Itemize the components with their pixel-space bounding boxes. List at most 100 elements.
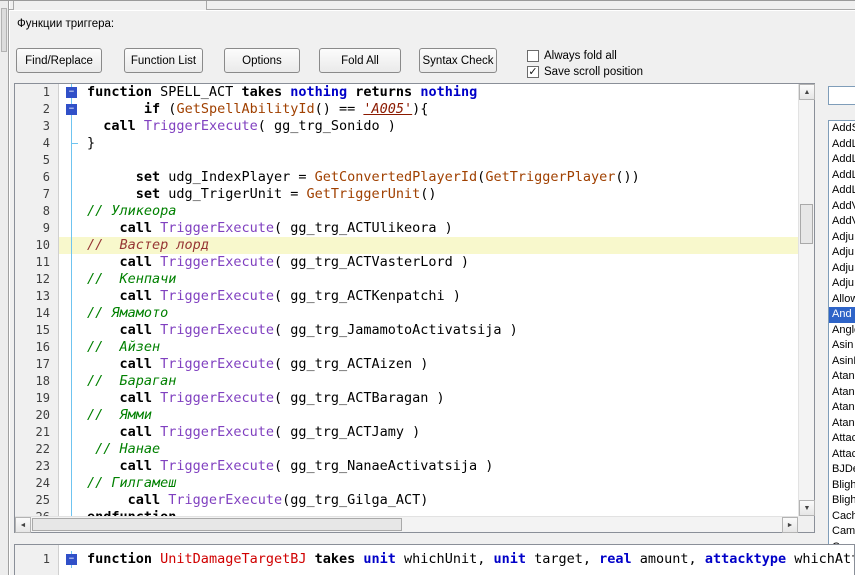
code-line[interactable]: 4} <box>15 135 798 152</box>
function-list-item[interactable]: Attac <box>829 447 855 463</box>
code-line[interactable]: 5 <box>15 152 798 169</box>
scrollbar-corner <box>798 516 814 532</box>
code-line[interactable]: 18 // Бараган <box>15 373 798 390</box>
code-line[interactable]: 16 // Айзен <box>15 339 798 356</box>
code-text: call TriggerExecute( gg_trg_ACTBaragan ) <box>119 390 445 406</box>
save-scroll-position-checkbox[interactable]: ✓ <box>527 66 539 78</box>
function-list-button[interactable]: Function List <box>124 48 203 73</box>
fold-all-button[interactable]: Fold All <box>319 48 401 73</box>
editor-vertical-scrollbar[interactable]: ▲ ▼ <box>798 84 815 516</box>
fold-toggle-icon[interactable]: − <box>66 104 77 115</box>
code-text: // Гилгамеш <box>87 475 177 491</box>
code-line[interactable]: 13 call TriggerExecute( gg_trg_ACTKenpat… <box>15 288 798 305</box>
code-line[interactable]: 15 call TriggerExecute( gg_trg_JamamotoA… <box>15 322 798 339</box>
fold-toggle-icon[interactable]: − <box>66 554 77 565</box>
code-text: // Нанае <box>95 441 161 457</box>
function-list-item[interactable]: Atan <box>829 416 855 432</box>
line-number: 22 <box>35 442 50 456</box>
fold-margin <box>59 339 85 356</box>
scroll-right-icon[interactable]: ► <box>782 517 798 533</box>
code-line[interactable]: 10 // Вастер лорд <box>15 237 798 254</box>
function-list-item[interactable]: AddS <box>829 121 855 137</box>
find-replace-button[interactable]: Find/Replace <box>16 48 102 73</box>
function-list-item[interactable]: AddL <box>829 137 855 153</box>
function-list-item[interactable]: Cach <box>829 509 855 525</box>
function-list-item[interactable]: AddL <box>829 168 855 184</box>
code-line[interactable]: 22 // Нанае <box>15 441 798 458</box>
function-list-item[interactable]: BJDe <box>829 462 855 478</box>
function-list-item[interactable]: Adju <box>829 245 855 261</box>
code-line[interactable]: 21 call TriggerExecute( gg_trg_ACTJamy ) <box>15 424 798 441</box>
code-line[interactable]: 20 // Ямми <box>15 407 798 424</box>
code-line[interactable]: 8 // Уликеора <box>15 203 798 220</box>
scroll-up-icon[interactable]: ▲ <box>799 84 815 100</box>
code-line[interactable]: 25 call TriggerExecute(gg_trg_Gilga_ACT) <box>15 492 798 509</box>
code-line[interactable]: 14 // Ямамото <box>15 305 798 322</box>
code-line[interactable]: 9 call TriggerExecute( gg_trg_ACTUlikeor… <box>15 220 798 237</box>
function-list-item[interactable]: Came <box>829 524 855 540</box>
fold-margin <box>59 492 85 509</box>
code-text: function UnitDamageTargetBJ takes unit w… <box>87 551 854 567</box>
fold-margin <box>59 186 85 203</box>
function-list-item[interactable]: Asin <box>829 338 855 354</box>
scrollbar-thumb[interactable] <box>800 204 813 244</box>
line-number: 10 <box>35 238 50 252</box>
scrollbar-thumb[interactable] <box>1 8 7 52</box>
function-list-item[interactable]: Adju <box>829 230 855 246</box>
code-line[interactable]: 12 // Кенпачи <box>15 271 798 288</box>
fold-toggle-icon[interactable]: − <box>66 87 77 98</box>
checkbox-label: Save scroll position <box>544 66 644 78</box>
code-text: // Ямамото <box>87 305 169 321</box>
code-line[interactable]: 11 call TriggerExecute( gg_trg_ACTVaster… <box>15 254 798 271</box>
code-line[interactable]: 2 − if (GetSpellAbilityId() == 'A005'){ <box>15 101 798 118</box>
fold-margin <box>59 441 85 458</box>
function-list-item[interactable]: Atan <box>829 369 855 385</box>
function-list-item[interactable]: AddL <box>829 183 855 199</box>
code-line[interactable]: 19 call TriggerExecute( gg_trg_ACTBaraga… <box>15 390 798 407</box>
fold-margin <box>59 220 85 237</box>
function-list-item[interactable]: Allow <box>829 292 855 308</box>
code-line[interactable]: 23 call TriggerExecute( gg_trg_NanaeActi… <box>15 458 798 475</box>
function-list-item[interactable]: Atan <box>829 400 855 416</box>
code-line[interactable]: 24 // Гилгамеш <box>15 475 798 492</box>
code-line[interactable]: 26 endfunction <box>15 509 798 516</box>
function-list-item[interactable]: Bligh <box>829 478 855 494</box>
splitter-tab[interactable] <box>13 1 207 10</box>
options-button[interactable]: Options <box>224 48 300 73</box>
line-number: 7 <box>42 187 50 201</box>
code-line[interactable]: 1 − function SPELL_ACT takes nothing retur… <box>15 84 798 101</box>
code-area[interactable]: 1 − function SPELL_ACT takes nothing retur… <box>15 84 798 516</box>
fold-margin: − <box>59 101 85 118</box>
function-list-item[interactable]: Bligh <box>829 493 855 509</box>
code-line[interactable]: 6 set udg_IndexPlayer = GetConvertedPlay… <box>15 169 798 186</box>
function-list-item[interactable]: AddL <box>829 152 855 168</box>
scrollbar-thumb[interactable] <box>32 518 402 531</box>
function-list-item[interactable]: And <box>829 307 855 323</box>
always-fold-all-checkbox[interactable] <box>527 50 539 62</box>
function-list-item[interactable]: Attac <box>829 431 855 447</box>
scroll-down-icon[interactable]: ▼ <box>799 500 815 516</box>
function-list-item[interactable]: Angle <box>829 323 855 339</box>
fold-margin <box>59 288 85 305</box>
code-line[interactable]: 1 − function UnitDamageTargetBJ takes unit… <box>15 551 854 568</box>
function-list-item[interactable]: AddV <box>829 199 855 215</box>
outer-vertical-scrollbar[interactable] <box>0 1 9 575</box>
code-text: function SPELL_ACT takes nothing returns… <box>87 84 478 100</box>
function-filter-input[interactable] <box>828 86 855 105</box>
function-list-item[interactable]: AsinE <box>829 354 855 370</box>
fold-margin <box>59 203 85 220</box>
code-line[interactable]: 3 call TriggerExecute( gg_trg_Sonido ) <box>15 118 798 135</box>
function-list-item[interactable]: Adju <box>829 261 855 277</box>
line-number: 4 <box>42 136 50 150</box>
function-list-item[interactable]: Atan <box>829 385 855 401</box>
syntax-check-button[interactable]: Syntax Check <box>419 48 497 73</box>
editor-horizontal-scrollbar[interactable]: ◄ ► <box>15 516 798 533</box>
fold-margin <box>59 322 85 339</box>
code-area[interactable]: 1 − function UnitDamageTargetBJ takes unit… <box>15 545 854 575</box>
function-list-item[interactable]: Adju <box>829 276 855 292</box>
scroll-left-icon[interactable]: ◄ <box>15 517 31 533</box>
function-list-item[interactable]: AddV <box>829 214 855 230</box>
code-line[interactable]: 7 set udg_TrigerUnit = GetTriggerUnit() <box>15 186 798 203</box>
function-list[interactable]: AddSAddLAddLAddLAddLAddVAddVAdjuAdjuAdju… <box>828 120 855 547</box>
code-line[interactable]: 17 call TriggerExecute( gg_trg_ACTAizen … <box>15 356 798 373</box>
